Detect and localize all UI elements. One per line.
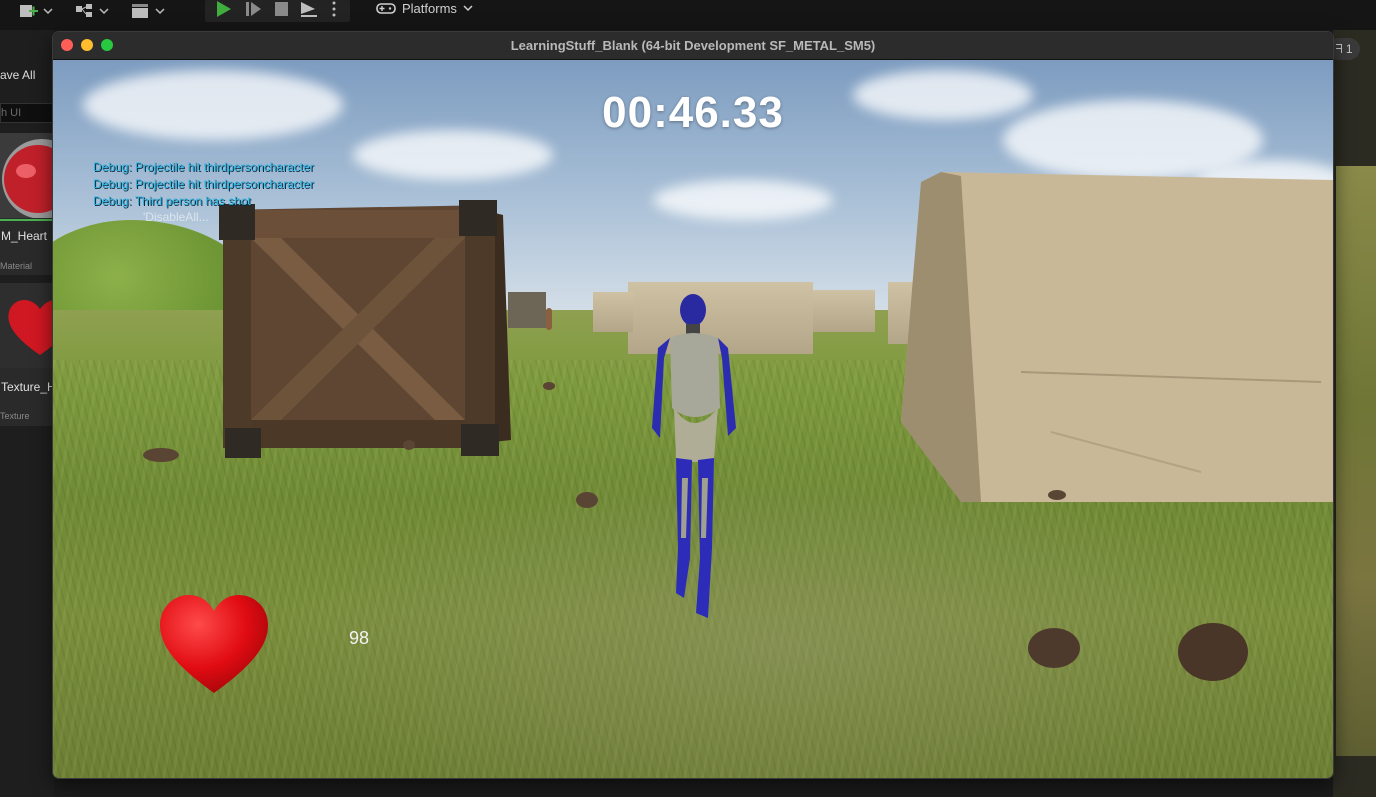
rock bbox=[403, 440, 415, 450]
play-controls bbox=[205, 0, 350, 22]
texture-thumbnail bbox=[0, 283, 54, 368]
material-color-strip bbox=[0, 219, 54, 221]
step-icon[interactable] bbox=[243, 0, 265, 18]
cloud bbox=[653, 180, 833, 220]
clapperboard-icon bbox=[132, 4, 148, 18]
editor-viewport-preview bbox=[1336, 166, 1376, 756]
chevron-down-icon bbox=[99, 8, 109, 15]
play-icon[interactable] bbox=[213, 0, 235, 18]
heart-icon bbox=[160, 595, 268, 693]
add-content-button[interactable] bbox=[18, 0, 53, 22]
debug-message: Debug: Third person has shot bbox=[93, 194, 251, 208]
asset-name: Texture_H bbox=[1, 380, 56, 394]
rock bbox=[543, 382, 555, 390]
distant-character bbox=[546, 308, 552, 330]
platforms-menu[interactable]: Platforms bbox=[376, 0, 473, 16]
asset-type: Texture bbox=[0, 411, 30, 421]
rock bbox=[1178, 623, 1248, 681]
stop-icon[interactable] bbox=[271, 0, 293, 18]
concrete-barrier bbox=[813, 290, 875, 332]
asset-tile-texture-heart[interactable]: Texture_H Texture bbox=[0, 283, 56, 426]
blueprint-icon bbox=[76, 4, 92, 17]
add-content-icon bbox=[20, 5, 38, 17]
faded-console-message: 'DisableAll... bbox=[143, 210, 209, 224]
asset-tile-m-heart[interactable]: M_Heart Material bbox=[0, 133, 54, 275]
game-window: LearningStuff_Blank (64-bit Development … bbox=[53, 32, 1333, 778]
match-timer: 00:46.33 bbox=[602, 88, 784, 137]
wooden-crate bbox=[219, 200, 511, 458]
debug-message: Debug: Projectile hit thirdpersoncharact… bbox=[93, 177, 314, 191]
chevron-down-icon bbox=[155, 8, 165, 15]
window-title: LearningStuff_Blank (64-bit Development … bbox=[510, 38, 876, 53]
chevron-down-icon bbox=[463, 5, 473, 12]
eject-icon[interactable] bbox=[298, 0, 320, 18]
content-browser-panel: ave All h UI M_Heart Material Texture_H … bbox=[0, 30, 56, 797]
gamepad-icon bbox=[376, 3, 396, 14]
window-titlebar[interactable]: LearningStuff_Blank (64-bit Development … bbox=[53, 32, 1333, 60]
concrete-barrier-large bbox=[901, 172, 1333, 502]
rock bbox=[576, 492, 598, 508]
game-viewport[interactable]: 00:46.33 Debug: Projectile hit thirdpers… bbox=[53, 60, 1333, 778]
editor-toolbar: Platforms bbox=[0, 0, 1376, 30]
concrete-barrier bbox=[508, 292, 546, 328]
more-icon[interactable] bbox=[329, 0, 339, 18]
chevron-down-icon bbox=[43, 8, 53, 15]
health-value: 98 bbox=[349, 628, 370, 648]
asset-search-input[interactable]: h UI bbox=[0, 103, 54, 123]
concrete-barrier bbox=[593, 292, 633, 332]
platforms-label: Platforms bbox=[402, 0, 457, 16]
cinematics-button[interactable] bbox=[130, 0, 165, 22]
asset-name: M_Heart bbox=[1, 229, 48, 243]
rock bbox=[1048, 490, 1066, 500]
third-person-character bbox=[652, 294, 736, 618]
rock bbox=[1028, 628, 1080, 668]
material-thumbnail bbox=[0, 133, 54, 218]
rock bbox=[143, 448, 179, 462]
debug-message: Debug: Projectile hit thirdpersoncharact… bbox=[93, 160, 314, 174]
asset-type: Material bbox=[0, 261, 33, 271]
blueprint-button[interactable] bbox=[74, 0, 109, 22]
save-all-button[interactable]: ave All bbox=[0, 68, 35, 82]
